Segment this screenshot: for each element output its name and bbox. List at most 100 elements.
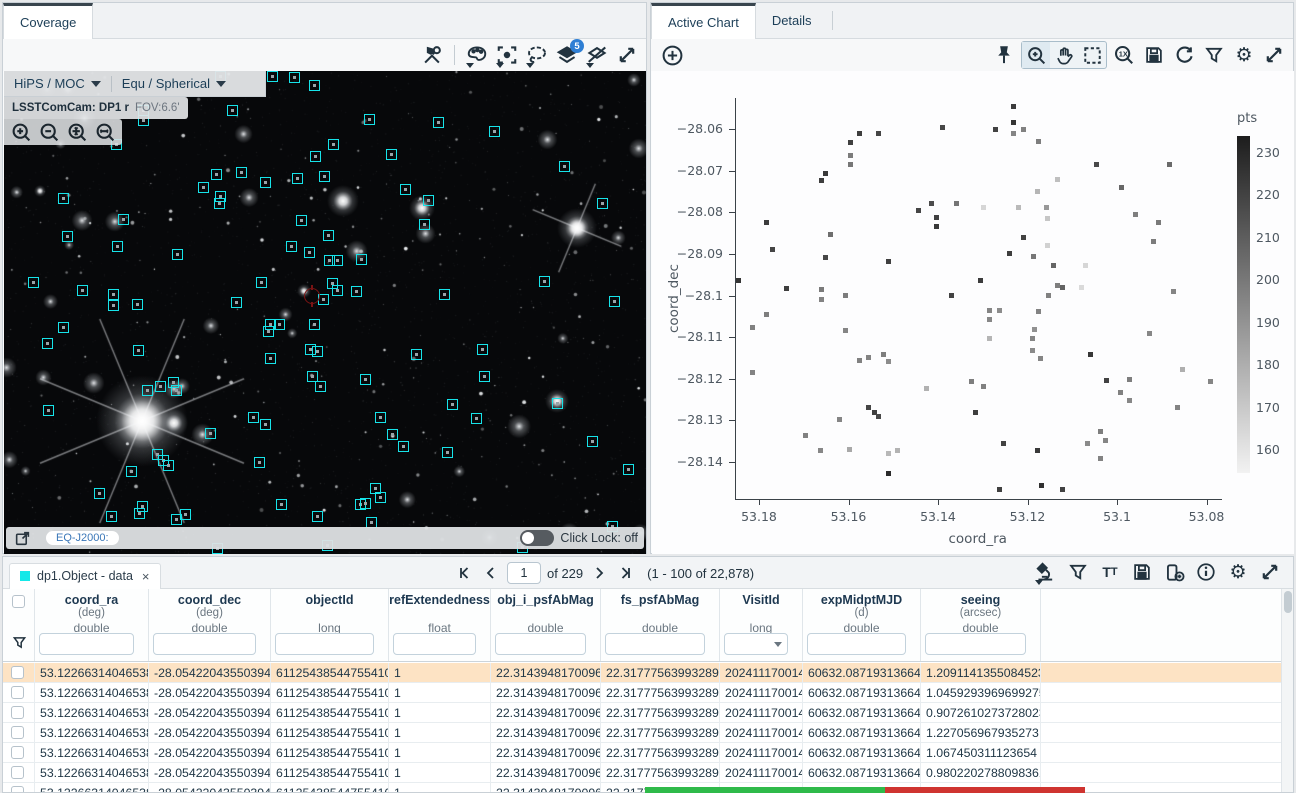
tab-details[interactable]: Details	[756, 3, 828, 38]
chart-point[interactable]	[1055, 177, 1060, 182]
chart-point[interactable]	[987, 308, 992, 313]
catalog-marker[interactable]	[559, 161, 570, 172]
catalog-marker[interactable]	[309, 319, 320, 330]
column-filter-input-coord_ra[interactable]	[39, 633, 134, 655]
zoom-out-icon[interactable]	[36, 119, 62, 145]
catalog-marker[interactable]	[587, 436, 598, 447]
column-filter-input-expMidptMJD[interactable]	[807, 633, 906, 655]
chart-point[interactable]	[1032, 327, 1037, 332]
catalog-marker[interactable]	[42, 338, 53, 349]
chart-point[interactable]	[886, 359, 891, 364]
chart-point[interactable]	[1119, 185, 1124, 190]
catalog-marker[interactable]	[94, 488, 105, 499]
catalog-marker[interactable]	[260, 177, 271, 188]
table-scrollbar[interactable]	[1281, 589, 1293, 792]
catalog-marker[interactable]	[155, 381, 166, 392]
chart-point[interactable]	[916, 208, 921, 213]
catalog-marker[interactable]	[77, 285, 88, 296]
catalog-marker[interactable]	[112, 241, 123, 252]
text-view-icon[interactable]: TT	[1097, 559, 1123, 585]
chart-point[interactable]	[828, 232, 833, 237]
catalog-marker[interactable]	[442, 447, 453, 458]
chart-point[interactable]	[823, 255, 828, 260]
catalog-marker[interactable]	[375, 412, 386, 423]
chart-settings-gear-icon[interactable]: ⚙	[1231, 42, 1257, 68]
chart-point[interactable]	[1030, 336, 1035, 341]
chart-point[interactable]	[1103, 438, 1108, 443]
chart-point[interactable]	[981, 384, 986, 389]
catalog-marker[interactable]	[292, 173, 303, 184]
chart-point[interactable]	[1045, 216, 1050, 221]
chart-point[interactable]	[876, 131, 881, 136]
chart-zoom-icon[interactable]	[1022, 42, 1050, 68]
chart-point[interactable]	[886, 471, 891, 476]
chart-point[interactable]	[1011, 131, 1016, 136]
chart-point[interactable]	[857, 131, 862, 136]
next-page-icon[interactable]	[589, 560, 609, 586]
chart-point[interactable]	[1038, 356, 1043, 361]
catalog-marker[interactable]	[477, 344, 488, 355]
data-table[interactable]: coord_ra(deg)doublecoord_dec(deg)doubleo…	[3, 589, 1281, 792]
column-filter-input-VisitId[interactable]	[724, 633, 788, 655]
catalog-marker[interactable]	[332, 285, 343, 296]
column-filter-input-seeing[interactable]	[925, 633, 1026, 655]
sky-image-viewer[interactable]: HiPS / MOC Equ / Spherical LSSTComCam: D…	[4, 71, 646, 554]
catalog-marker[interactable]	[118, 214, 129, 225]
close-table-icon[interactable]: ×	[142, 569, 150, 584]
chart-point[interactable]	[1151, 239, 1156, 244]
catalog-marker[interactable]	[309, 80, 320, 91]
chart-point[interactable]	[1127, 377, 1132, 382]
catalog-marker[interactable]	[137, 501, 148, 512]
save-chart-icon[interactable]	[1141, 42, 1167, 68]
chart-point[interactable]	[934, 215, 939, 220]
chart-point[interactable]	[993, 127, 998, 132]
chevron-down-icon[interactable]	[774, 642, 782, 647]
catalog-marker[interactable]	[304, 247, 315, 258]
chart-point[interactable]	[954, 201, 959, 206]
catalog-marker[interactable]	[312, 346, 323, 357]
column-header-expMidptMJD[interactable]: expMidptMJD(d)double	[803, 589, 921, 661]
table-row[interactable]: 53.12266314046538-28.0542204355039476112…	[3, 723, 1281, 743]
table-settings-gear-icon[interactable]: ⚙	[1225, 559, 1251, 585]
catalog-marker[interactable]	[198, 182, 209, 193]
catalog-marker[interactable]	[106, 511, 117, 522]
column-header-refExtendedness[interactable]: refExtendednessfloat	[389, 589, 491, 661]
tools-icon[interactable]	[419, 42, 445, 68]
chart-box-select-icon[interactable]	[1078, 42, 1106, 68]
column-header-coord_dec[interactable]: coord_dec(deg)double	[149, 589, 271, 661]
chart-point[interactable]	[843, 328, 848, 333]
chart-point[interactable]	[866, 405, 871, 410]
catalog-marker[interactable]	[236, 167, 247, 178]
chart-point[interactable]	[987, 317, 992, 322]
column-header-seeing[interactable]: seeing(arcsec)double	[921, 589, 1041, 661]
chart-point[interactable]	[764, 312, 769, 317]
catalog-marker[interactable]	[260, 419, 271, 430]
chart-point[interactable]	[736, 278, 741, 283]
catalog-marker[interactable]	[58, 193, 69, 204]
catalog-marker[interactable]	[447, 399, 458, 410]
info-icon[interactable]	[1193, 559, 1219, 585]
catalog-marker[interactable]	[132, 299, 143, 310]
catalog-marker[interactable]	[552, 398, 563, 409]
catalog-marker[interactable]	[254, 457, 265, 468]
catalog-marker[interactable]	[364, 114, 375, 125]
catalog-marker[interactable]	[351, 286, 362, 297]
catalog-marker[interactable]	[328, 139, 339, 150]
prev-page-icon[interactable]	[481, 560, 501, 586]
chart-point[interactable]	[886, 259, 891, 264]
catalog-marker[interactable]	[256, 277, 267, 288]
chart-point[interactable]	[1171, 289, 1176, 294]
chart-point[interactable]	[1046, 293, 1051, 298]
catalog-marker[interactable]	[411, 349, 422, 360]
chart-point[interactable]	[1035, 448, 1040, 453]
chart-point[interactable]	[848, 140, 853, 145]
expand-table-icon[interactable]	[1257, 559, 1283, 585]
chart-point[interactable]	[1044, 205, 1049, 210]
chart-point[interactable]	[784, 286, 789, 291]
chart-point[interactable]	[750, 325, 755, 330]
catalog-marker[interactable]	[419, 219, 430, 230]
recenter-icon[interactable]	[494, 42, 520, 68]
column-filter-input-refExtendedness[interactable]	[393, 633, 476, 655]
catalog-marker[interactable]	[479, 371, 490, 382]
chart-point[interactable]	[1011, 120, 1016, 125]
